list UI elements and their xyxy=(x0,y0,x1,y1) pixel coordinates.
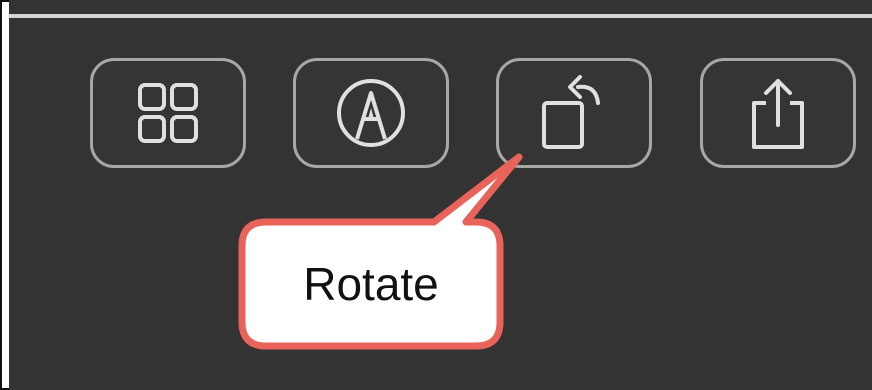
top-strip xyxy=(9,0,872,25)
markup-pen-icon xyxy=(337,79,405,147)
rotate-button[interactable] xyxy=(496,58,652,168)
callout-label: Rotate xyxy=(303,258,439,310)
rotate-icon xyxy=(542,75,600,149)
share-button[interactable] xyxy=(700,58,856,168)
grid-icon xyxy=(138,83,198,143)
grid-view-button[interactable] xyxy=(90,58,246,168)
top-divider xyxy=(9,14,872,18)
share-icon xyxy=(752,79,804,149)
markup-button[interactable] xyxy=(293,58,449,168)
